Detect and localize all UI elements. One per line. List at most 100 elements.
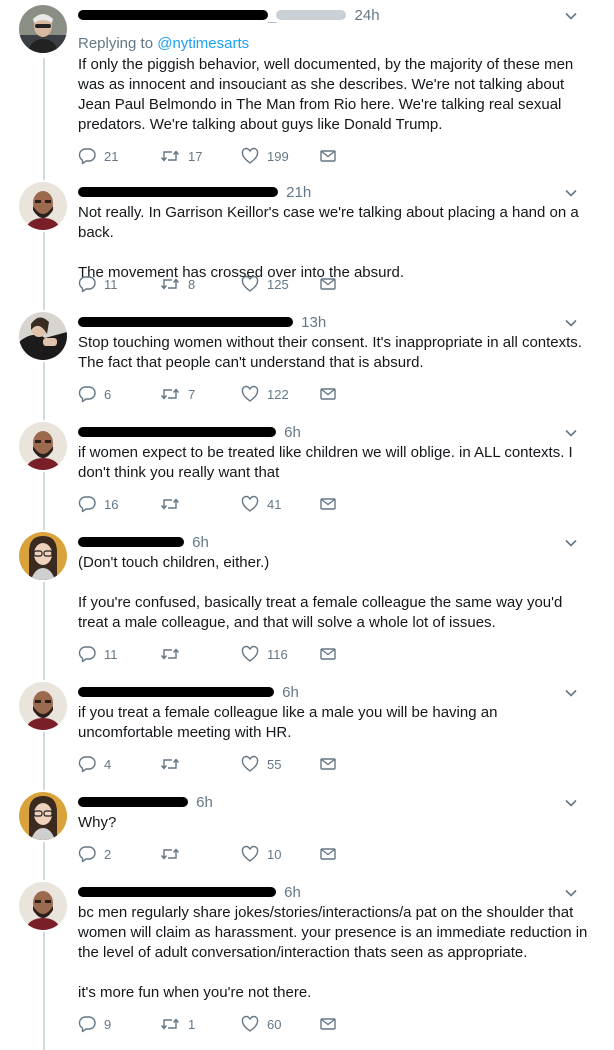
- reply-button[interactable]: 6: [78, 384, 111, 404]
- avatar[interactable]: [19, 5, 67, 53]
- reply-button[interactable]: 11: [78, 644, 118, 664]
- retweet-icon: [160, 278, 180, 290]
- thread-line: [43, 232, 45, 310]
- chevron-down-icon[interactable]: [564, 9, 578, 23]
- retweet-button[interactable]: [160, 494, 188, 514]
- like-button[interactable]: 122: [241, 384, 289, 404]
- tweet-header: _ 24h: [78, 7, 380, 27]
- like-icon: [241, 147, 259, 164]
- chevron-down-icon[interactable]: [564, 686, 578, 700]
- reply-button[interactable]: 16: [78, 494, 118, 514]
- redacted-name: [78, 886, 276, 897]
- retweet-button[interactable]: 7: [160, 384, 195, 404]
- reply-button[interactable]: 11: [78, 274, 118, 294]
- redacted-name: [78, 9, 268, 20]
- thread-line: [43, 58, 45, 180]
- chevron-down-icon[interactable]: [564, 886, 578, 900]
- message-button[interactable]: [319, 644, 345, 664]
- avatar[interactable]: [19, 532, 67, 580]
- message-button[interactable]: [319, 844, 345, 864]
- message-button[interactable]: [319, 754, 345, 774]
- tweet-paragraph: Stop touching women without their consen…: [78, 334, 582, 371]
- message-icon: [320, 648, 336, 660]
- tweet-paragraph: bc men regularly share jokes/stories/int…: [78, 904, 588, 961]
- like-count: 55: [267, 756, 282, 772]
- reply-button[interactable]: 9: [78, 1014, 111, 1034]
- avatar[interactable]: [19, 792, 67, 840]
- tweet-actions: 16 41: [78, 494, 378, 514]
- reply-icon: [78, 756, 96, 773]
- tweet-time[interactable]: 21h: [286, 184, 311, 201]
- reply-icon: [78, 386, 96, 403]
- retweet-icon: [160, 498, 180, 510]
- avatar[interactable]: [19, 682, 67, 730]
- chevron-down-icon[interactable]: [564, 426, 578, 440]
- tweet-time[interactable]: 13h: [301, 314, 326, 331]
- message-button[interactable]: [319, 494, 345, 514]
- avatar[interactable]: [19, 312, 67, 360]
- tweet-actions: 6 7 122: [78, 384, 378, 404]
- message-button[interactable]: [319, 146, 345, 166]
- retweet-button[interactable]: 1: [160, 1014, 195, 1034]
- tweet-header: 6h: [78, 684, 299, 704]
- chevron-down-icon[interactable]: [564, 536, 578, 550]
- redacted-name: [78, 536, 184, 547]
- chevron-down-icon[interactable]: [564, 316, 578, 330]
- avatar[interactable]: [19, 882, 67, 930]
- thread-line: [43, 842, 45, 880]
- like-count: 10: [267, 846, 282, 862]
- message-button[interactable]: [319, 1014, 345, 1034]
- like-button[interactable]: 116: [241, 644, 288, 664]
- tweet-paragraph: it's more fun when you're not there.: [78, 984, 312, 1001]
- reply-count: 11: [104, 646, 118, 662]
- reply-button[interactable]: 21: [78, 146, 118, 166]
- reply-icon: [78, 496, 96, 513]
- tweet-paragraph: if you treat a female colleague like a m…: [78, 704, 498, 741]
- avatar[interactable]: [19, 182, 67, 230]
- like-button[interactable]: 55: [241, 754, 281, 774]
- like-button[interactable]: 199: [241, 146, 289, 166]
- tweet-text: Not really. In Garrison Keillor's case w…: [78, 203, 588, 283]
- tweet-actions: 11 8 125: [78, 274, 378, 294]
- tweet-time[interactable]: 6h: [284, 424, 301, 441]
- reply-count: 2: [104, 846, 112, 862]
- retweet-button[interactable]: 8: [160, 274, 195, 294]
- tweet-header: 6h: [78, 884, 301, 904]
- tweet-text: If only the piggish behavior, well docum…: [78, 55, 588, 135]
- like-count: 199: [267, 148, 289, 164]
- like-icon: [241, 275, 259, 292]
- reply-button[interactable]: 2: [78, 844, 111, 864]
- reply-icon: [78, 646, 96, 663]
- retweet-button[interactable]: [160, 844, 188, 864]
- thread-line: [43, 732, 45, 790]
- message-icon: [320, 848, 336, 860]
- tweet-time[interactable]: 6h: [282, 684, 299, 701]
- like-button[interactable]: 10: [241, 844, 281, 864]
- retweet-icon: [160, 150, 180, 162]
- tweet-actions: 21 17 199: [78, 146, 378, 166]
- retweet-button[interactable]: [160, 754, 188, 774]
- like-button[interactable]: 125: [241, 274, 289, 294]
- message-button[interactable]: [319, 274, 345, 294]
- chevron-down-icon[interactable]: [564, 186, 578, 200]
- retweet-icon: [160, 1018, 180, 1030]
- retweet-button[interactable]: [160, 644, 188, 664]
- reply-icon: [78, 148, 96, 165]
- reply-button[interactable]: 4: [78, 754, 111, 774]
- retweet-count: 17: [188, 148, 203, 164]
- tweet-header: 6h: [78, 794, 213, 814]
- retweet-button[interactable]: 17: [160, 146, 202, 166]
- message-button[interactable]: [319, 384, 345, 404]
- tweet-text: if you treat a female colleague like a m…: [78, 703, 588, 743]
- avatar[interactable]: [19, 422, 67, 470]
- reply-handle-link[interactable]: @nytimesarts: [157, 35, 249, 52]
- tweet-time[interactable]: 6h: [192, 534, 209, 551]
- reply-icon: [78, 846, 96, 863]
- tweet-time[interactable]: 24h: [355, 7, 380, 24]
- redacted-name: [78, 426, 276, 437]
- tweet-time[interactable]: 6h: [284, 884, 301, 901]
- chevron-down-icon[interactable]: [564, 796, 578, 810]
- tweet-time[interactable]: 6h: [196, 794, 213, 811]
- like-button[interactable]: 60: [241, 1014, 281, 1034]
- like-button[interactable]: 41: [241, 494, 281, 514]
